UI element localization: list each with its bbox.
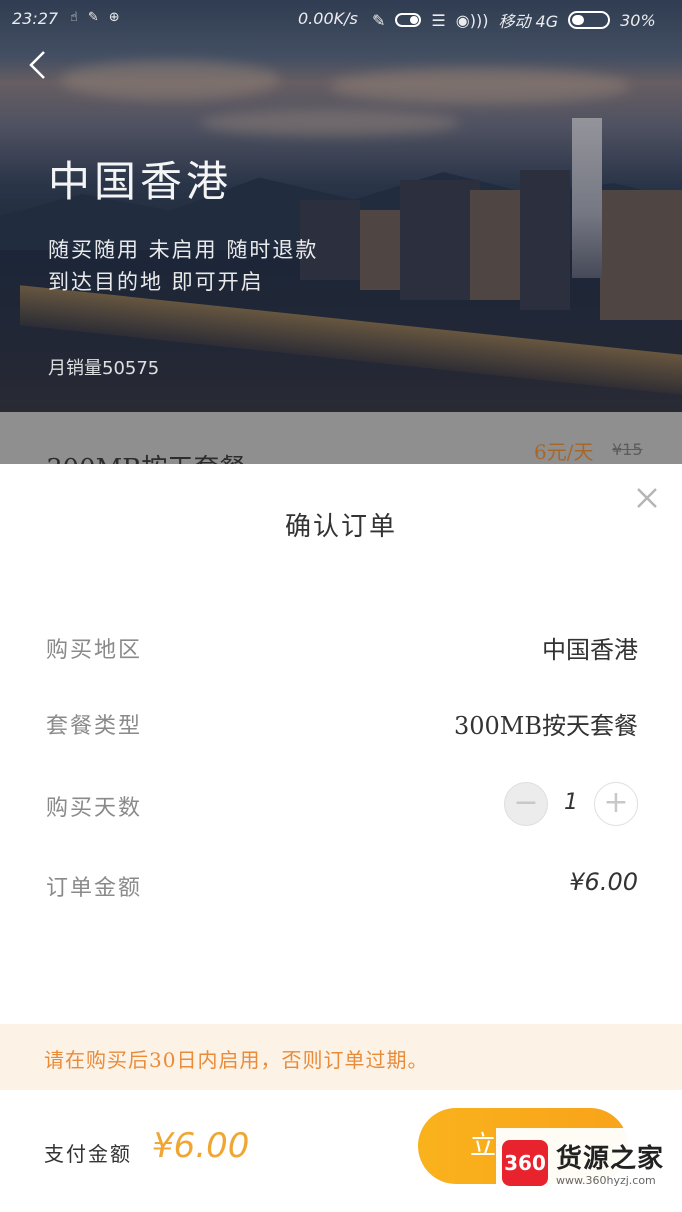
monthly-sales: 月销量50575 <box>48 358 160 379</box>
package-price: 6元/天 <box>534 440 594 464</box>
region-value: 中国香港 <box>542 636 638 664</box>
pay-amount-value: ¥6.00 <box>152 1126 250 1166</box>
network-speed: 0.00K/s <box>298 9 358 28</box>
subtitle-line-1: 随买随用 未启用 随时退款 <box>48 238 319 262</box>
decrease-days-button[interactable]: − <box>504 782 548 826</box>
order-amount-label: 订单金额 <box>46 876 143 901</box>
increase-days-button[interactable]: + <box>594 782 638 826</box>
order-row-amount: 订单金额 ¥6.00 <box>0 854 682 914</box>
days-value: 1 <box>564 790 578 815</box>
order-row-days: 购买天数 − 1 + <box>0 774 682 834</box>
carrier-label: 移动 4G <box>498 12 559 31</box>
order-row-package: 套餐类型 300MB按天套餐 <box>0 692 682 752</box>
toggle-icon <box>395 13 422 27</box>
expiry-notice-text: 请在购买后30日内启用，否则订单过期。 <box>44 1048 429 1072</box>
watermark-logo: 360 <box>502 1140 548 1186</box>
battery-level: 30% <box>620 10 656 30</box>
package-list-item: 300MB按天套餐 6元/天 ¥15 <box>0 412 682 464</box>
watermark-brand: 货源之家 <box>556 1144 665 1174</box>
region-label: 购买地区 <box>46 638 143 663</box>
site-watermark: 360 货源之家 www.360hyzj.com <box>496 1128 682 1198</box>
package-type-value: 300MB按天套餐 <box>453 712 638 740</box>
modal-title: 确认订单 <box>284 512 397 542</box>
order-row-region: 购买地区 中国香港 <box>0 616 682 676</box>
package-type-label: 套餐类型 <box>46 714 143 739</box>
days-label: 购买天数 <box>46 796 143 821</box>
status-time: 23:27 <box>12 9 59 28</box>
pay-amount-label: 支付金额 <box>44 1142 132 1166</box>
watermark-url: www.360hyzj.com <box>556 1174 656 1187</box>
expiry-notice: 请在购买后30日内启用，否则订单过期。 <box>0 1024 682 1090</box>
destination-title: 中国香港 <box>48 157 233 206</box>
signal-icon: ◉))) <box>455 10 489 30</box>
days-stepper: − 1 + <box>504 782 638 826</box>
battery-icon <box>568 11 611 29</box>
status-bar: 23:27 ☝✎⊕ 0.00K/s ✎ ☰ ◉))) 移动 4G 30% <box>0 0 682 38</box>
package-name: 300MB按天套餐 <box>46 448 245 464</box>
clip-icon: ✎ <box>372 10 386 30</box>
notification-icons: ☝✎⊕ <box>70 10 130 25</box>
destination-subtitle: 随买随用 未启用 随时退款 到达目的地 即可开启 <box>48 234 318 298</box>
package-original-price: ¥15 <box>612 440 643 459</box>
back-icon[interactable] <box>26 48 56 84</box>
confirm-order-sheet: 确认订单 购买地区 中国香港 套餐类型 300MB按天套餐 购买天数 − 1 +… <box>0 464 682 1212</box>
menu-icon: ☰ <box>431 10 446 30</box>
order-amount-value: ¥6.00 <box>569 868 638 896</box>
subtitle-line-2: 到达目的地 即可开启 <box>48 270 264 294</box>
